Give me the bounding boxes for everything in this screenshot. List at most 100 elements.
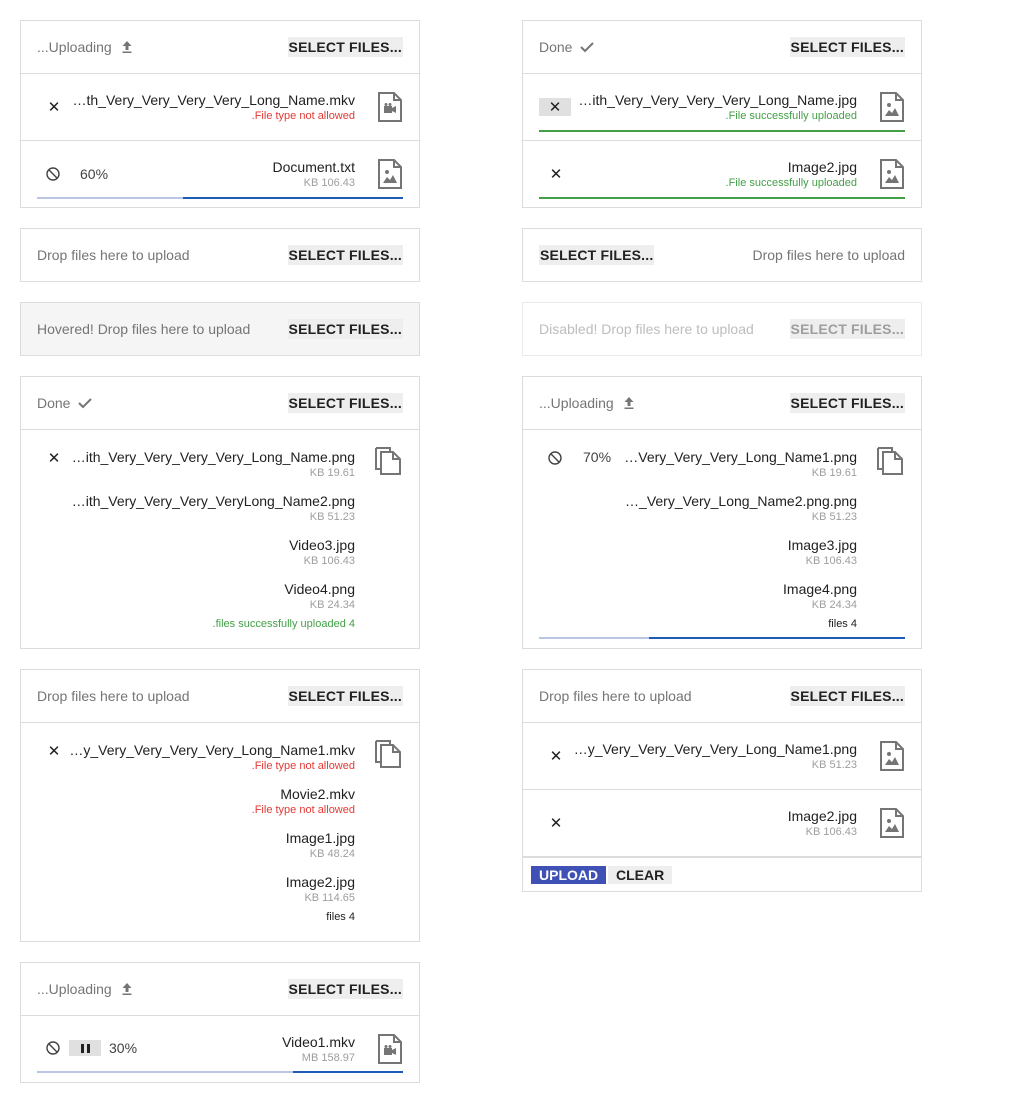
progress-fill (293, 1071, 403, 1073)
uploader-header: Disabled! Drop files here to upload SELE… (523, 303, 921, 355)
select-files-button[interactable]: SELECT FILES... (287, 979, 403, 999)
cancel-upload-icon[interactable] (548, 451, 562, 465)
check-icon (78, 397, 93, 409)
file-size: KB 48.24 (309, 848, 355, 860)
uploader-header: Drop files here to upload SELECT FILES..… (523, 670, 921, 723)
uploader-manual: Drop files here to upload SELECT FILES..… (522, 669, 922, 892)
file-size: KB 24.34 (309, 599, 355, 611)
file-size: MB 158.97 (301, 1052, 355, 1064)
remove-file-button[interactable]: ✕ (549, 165, 563, 183)
cancel-upload-icon[interactable] (46, 1041, 60, 1055)
file-name: Image2.jpg (285, 874, 355, 890)
select-files-button[interactable]: SELECT FILES... (789, 393, 905, 413)
select-files-button[interactable]: SELECT FILES... (789, 37, 905, 57)
file-name: …y_Very_Very_Very_Very_Long_Name1.png (573, 741, 857, 757)
upload-percent: 60% (80, 166, 109, 182)
image-file-icon (879, 92, 905, 122)
uploader-uploading-1: ...Uploading SELECT FILES... ✕ …th_Very_… (20, 20, 420, 208)
cancel-upload-icon[interactable] (46, 167, 60, 181)
uploader-actions: UPLOAD CLEAR (523, 857, 921, 891)
remove-file-button[interactable]: ✕ (549, 814, 563, 832)
file-name: …th_Very_Very_Very_Very_Long_Name.mkv (72, 92, 356, 108)
file-name: Video4.png (284, 581, 355, 597)
status-text: Done (37, 395, 93, 411)
progress-fill (183, 197, 403, 199)
remove-file-button[interactable]: ✕ (549, 747, 563, 765)
file-error: .File type not allowed (251, 110, 355, 122)
uploader-header: ...Uploading SELECT FILES... (21, 963, 419, 1016)
file-size: KB 51.23 (309, 511, 355, 523)
image-file-icon (879, 741, 905, 771)
select-files-button: SELECT FILES... (789, 319, 905, 339)
image-file-icon (879, 159, 905, 189)
file-size: KB 19.61 (811, 467, 857, 479)
file-name: Image3.jpg (787, 537, 857, 553)
file-row: ✕ Image2.jpg KB 106.43 (523, 790, 921, 857)
uploader-uploading-paused: ...Uploading SELECT FILES... 30% Video1.… (20, 962, 420, 1083)
status-label: Done (37, 395, 71, 411)
video-file-icon (377, 1034, 403, 1064)
remove-file-button[interactable]: ✕ (47, 98, 61, 116)
pause-button[interactable] (69, 1040, 101, 1056)
upload-summary: .files successfully uploaded 4 (212, 618, 355, 630)
file-name: …ith_Very_Very_Very_Very_Long_Name.jpg (578, 92, 857, 108)
file-list: ✕ …ith_Very_Very_Very_Very_Long_Name.png… (21, 430, 419, 648)
select-files-button[interactable]: SELECT FILES... (287, 686, 403, 706)
status-text: Done (539, 39, 595, 55)
image-file-icon (879, 808, 905, 838)
file-size: KB 51.23 (811, 511, 857, 523)
file-name: Video1.mkv (282, 1034, 355, 1050)
select-files-button[interactable]: SELECT FILES... (539, 245, 655, 265)
upload-button[interactable]: UPLOAD (531, 866, 607, 884)
file-count: files 4 (326, 911, 355, 923)
uploader-multi-uploading: ...Uploading SELECT FILES... 70% …Very_V… (522, 376, 922, 649)
select-files-button[interactable]: SELECT FILES... (789, 686, 905, 706)
file-list: 70% …Very_Very_Very_Long_Name1.png KB 19… (523, 430, 921, 648)
select-files-button[interactable]: SELECT FILES... (287, 393, 403, 413)
file-name: …y_Very_Very_Very_Very_Long_Name1.mkv (69, 742, 355, 758)
remove-file-button[interactable]: ✕ (539, 98, 571, 116)
file-name: Image2.jpg (787, 159, 857, 175)
file-name: Movie2.mkv (280, 786, 355, 802)
uploader-header: Drop files here to upload SELECT FILES..… (21, 229, 419, 281)
select-files-button[interactable]: SELECT FILES... (287, 245, 403, 265)
file-size: KB 24.34 (811, 599, 857, 611)
file-name: Video3.jpg (289, 537, 355, 553)
upload-icon (120, 40, 134, 54)
uploader-empty-reversed[interactable]: SELECT FILES... Drop files here to uploa… (522, 228, 922, 282)
uploader-empty[interactable]: Drop files here to upload SELECT FILES..… (20, 228, 420, 282)
file-size: KB 106.43 (303, 555, 355, 567)
uploader-header: Done SELECT FILES... (21, 377, 419, 430)
status-text: ...Uploading (37, 39, 134, 55)
file-name: Image4.png (783, 581, 857, 597)
uploader-header: Hovered! Drop files here to upload SELEC… (21, 303, 419, 355)
status-label: ...Uploading (37, 39, 112, 55)
check-icon (580, 41, 595, 53)
upload-icon (622, 396, 636, 410)
status-label: Done (539, 39, 573, 55)
status-text: ...Uploading (37, 981, 134, 997)
file-row: ✕ …th_Very_Very_Very_Very_Long_Name.mkv … (21, 74, 419, 141)
file-row: ✕ …ith_Very_Very_Very_Very_Long_Name.jpg… (523, 74, 921, 141)
uploader-hovered[interactable]: Hovered! Drop files here to upload SELEC… (20, 302, 420, 356)
progress-bar (37, 197, 403, 199)
drop-text: Drop files here to upload (752, 247, 905, 263)
clear-button[interactable]: CLEAR (608, 866, 673, 884)
uploader-done-1: Done SELECT FILES... ✕ …ith_Very_Very_Ve… (522, 20, 922, 208)
file-error: .File type not allowed (251, 804, 355, 816)
file-row: 60% Document.txt KB 106.43 (21, 141, 419, 207)
uploader-multi-done: Done SELECT FILES... ✕ …ith_Very_Very_Ve… (20, 376, 420, 649)
file-name: Document.txt (272, 159, 355, 175)
drop-text: Disabled! Drop files here to upload (539, 321, 754, 337)
remove-all-button[interactable]: ✕ (47, 742, 61, 760)
remove-all-button[interactable]: ✕ (47, 449, 61, 467)
upload-percent: 30% (109, 1040, 138, 1056)
uploader-header: SELECT FILES... Drop files here to uploa… (523, 229, 921, 281)
file-name: …_Very_Very_Long_Name2.png.png (625, 493, 857, 509)
file-name: Image1.jpg (285, 830, 355, 846)
file-name: Image2.jpg (787, 808, 857, 824)
file-size: KB 114.65 (304, 892, 355, 904)
select-files-button[interactable]: SELECT FILES... (287, 319, 403, 339)
select-files-button[interactable]: SELECT FILES... (287, 37, 403, 57)
drop-text: Drop files here to upload (539, 688, 692, 704)
